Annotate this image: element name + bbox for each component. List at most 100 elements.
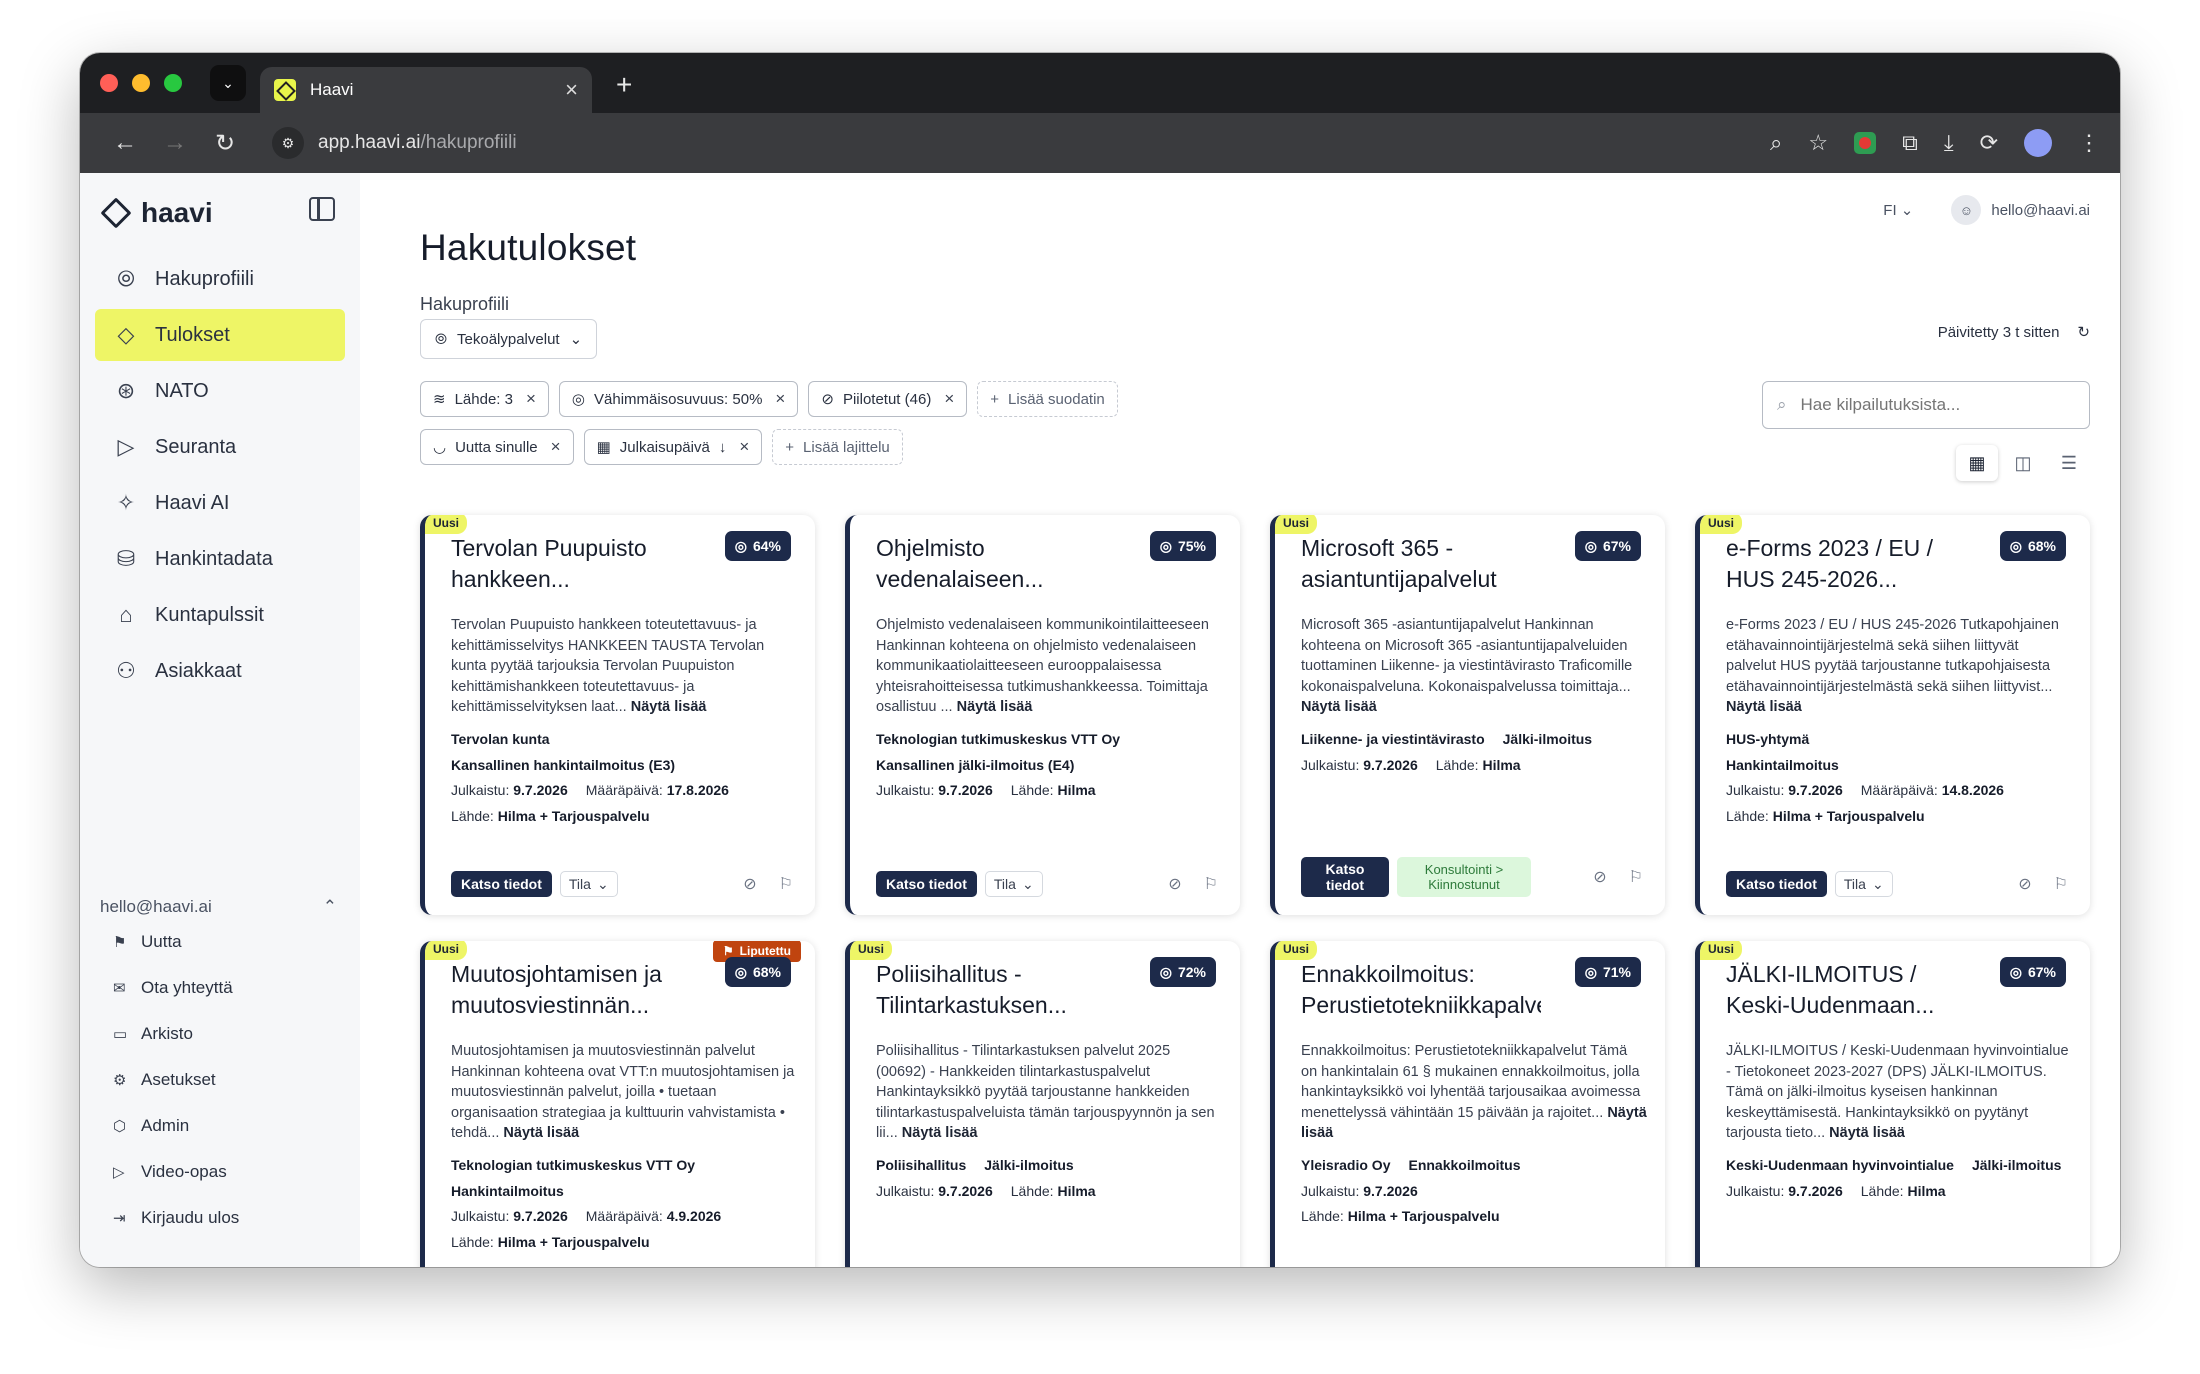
show-more-link[interactable]: Näytä lisää <box>957 699 1033 715</box>
list-view-icon[interactable]: ☰ <box>2048 445 2090 481</box>
flag-icon[interactable]: ⚐ <box>2054 874 2068 894</box>
refresh-icon[interactable]: ↻ <box>2077 323 2090 341</box>
result-card[interactable]: Uusi Microsoft 365 - asiantuntijapalvelut… <box>1270 515 1665 915</box>
account-item-kirjaudu-ulos[interactable]: ⇥ Kirjaudu ulos <box>95 1195 345 1241</box>
result-card[interactable]: Uusi Poliisihallitus - Tilintarkastuksen.… <box>845 941 1240 1267</box>
chevron-up-icon[interactable]: ⌃ <box>323 897 337 917</box>
show-more-link[interactable]: Näytä lisää <box>1301 699 1377 715</box>
card-title[interactable]: Ennakkoilmoitus: Perustietotekniikkapalv… <box>1301 959 1541 1021</box>
sidebar-toggle-icon[interactable] <box>309 197 335 221</box>
browser-menu-icon[interactable]: ⋮ <box>2078 130 2100 156</box>
flag-icon[interactable]: ⚐ <box>779 874 793 894</box>
sidebar-item-tulokset[interactable]: ◇ Tulokset <box>95 309 345 361</box>
performance-icon[interactable]: ⟳ <box>1980 130 1998 156</box>
back-icon[interactable]: ← <box>100 129 150 157</box>
add-filter-button[interactable]: + Lisää suodatin <box>977 381 1118 417</box>
url-field[interactable]: ⚙ app.haavi.ai/hakuprofiili <box>260 121 1660 165</box>
forward-icon[interactable]: → <box>150 129 200 157</box>
bookmark-star-icon[interactable]: ☆ <box>1808 130 1828 156</box>
sidebar-item-seuranta[interactable]: ▷ Seuranta <box>95 421 345 473</box>
profile-avatar[interactable] <box>2024 129 2052 157</box>
status-dropdown[interactable]: Tila ⌄ <box>984 871 1043 897</box>
status-dropdown[interactable]: Tila ⌄ <box>559 871 618 897</box>
card-title[interactable]: JÄLKI-ILMOITUS / Keski-Uudenmaan... <box>1726 959 1966 1021</box>
grid-view-icon[interactable]: ▦ <box>1956 445 1998 481</box>
account-item-arkisto[interactable]: ▭ Arkisto <box>95 1011 345 1057</box>
search-input[interactable] <box>1800 395 2061 415</box>
sidebar-item-kuntapulssit[interactable]: ⌂ Kuntapulssit <box>95 589 345 641</box>
remove-filter-icon[interactable]: × <box>526 389 536 409</box>
profile-select[interactable]: ⦾ Tekoälypalvelut ⌄ <box>420 319 598 359</box>
sort-chip-new[interactable]: ◡ Uutta sinulle × <box>420 429 574 465</box>
flag-icon[interactable]: ⚐ <box>1204 874 1218 894</box>
filter-chip-source[interactable]: ≋ Lähde: 3 × <box>420 381 549 417</box>
result-card[interactable]: Ohjelmisto vedenalaiseen... ◎ 75% Ohjelmist… <box>845 515 1240 915</box>
sidebar-item-hakuprofiili[interactable]: ⦾ Hakuprofiili <box>95 253 345 305</box>
extensions-puzzle-icon[interactable]: ⧉ <box>1902 130 1918 156</box>
user-icon[interactable]: ☺ <box>1951 195 1982 225</box>
view-details-button[interactable]: Katso tiedot <box>451 871 552 897</box>
result-card[interactable]: Uusi ⚑ Liputettu Muutosjohtamisen ja muutos… <box>420 941 815 1267</box>
zoom-icon[interactable]: ⌕ <box>1770 130 1782 156</box>
hide-eye-off-icon[interactable]: ⊘ <box>1593 867 1606 887</box>
view-details-button[interactable]: Katso tiedot <box>1301 857 1389 897</box>
show-more-link[interactable]: Näytä lisää <box>1726 699 1802 715</box>
sort-chip-published[interactable]: ▦ Julkaisupäivä ↓ × <box>583 429 763 465</box>
flag-icon[interactable]: ⚐ <box>1629 867 1643 887</box>
remove-sort-icon[interactable]: × <box>551 437 561 457</box>
filter-chip-relevance[interactable]: ◎ Vähimmäisosuvuus: 50% × <box>558 381 799 417</box>
hide-eye-off-icon[interactable]: ⊘ <box>1168 874 1181 894</box>
remove-filter-icon[interactable]: × <box>775 389 785 409</box>
card-title[interactable]: Muutosjohtamisen ja muutosviestinnän... <box>451 959 691 1021</box>
add-sort-button[interactable]: + Lisää lajittelu <box>772 429 903 465</box>
remove-filter-icon[interactable]: × <box>944 389 954 409</box>
status-dropdown[interactable]: Tila ⌄ <box>1834 871 1893 897</box>
show-more-link[interactable]: Näytä lisää <box>503 1125 579 1141</box>
download-icon[interactable]: ⤓ <box>1944 130 1954 156</box>
sidebar-item-hankintadata[interactable]: ⛁ Hankintadata <box>95 533 345 585</box>
result-card[interactable]: Uusi JÄLKI-ILMOITUS / Keski-Uudenmaan... ◎… <box>1695 941 2090 1267</box>
sidebar-item-haavi-ai[interactable]: ✧ Haavi AI <box>95 477 345 529</box>
maximize-window-button[interactable] <box>164 74 182 92</box>
card-title[interactable]: Ohjelmisto vedenalaiseen... <box>876 533 1116 595</box>
account-item-admin[interactable]: ⬡ Admin <box>95 1103 345 1149</box>
account-item-video-opas[interactable]: ▷ Video-opas <box>95 1149 345 1195</box>
account-item-asetukset[interactable]: ⚙ Asetukset <box>95 1057 345 1103</box>
result-card[interactable]: Uusi e-Forms 2023 / EU / HUS 245-2026... ◎… <box>1695 515 2090 915</box>
show-more-link[interactable]: Näytä lisää <box>631 699 707 715</box>
haavi-logo[interactable]: haavi <box>95 185 345 241</box>
card-title[interactable]: e-Forms 2023 / EU / HUS 245-2026... <box>1726 533 1966 595</box>
show-more-link[interactable]: Näytä lisää <box>902 1125 978 1141</box>
card-title[interactable]: Tervolan Puupuisto hankkeen... <box>451 533 691 595</box>
columns-view-icon[interactable]: ◫ <box>2002 445 2044 481</box>
new-tab-icon[interactable]: + <box>616 69 632 101</box>
hide-eye-off-icon[interactable]: ⊘ <box>743 874 756 894</box>
search-box[interactable]: ⌕ <box>1762 381 2090 429</box>
minimize-window-button[interactable] <box>132 74 150 92</box>
tab-search-icon[interactable]: ⌄ <box>210 65 246 101</box>
arrow-down-icon[interactable]: ↓ <box>719 439 727 456</box>
status-badge[interactable]: Konsultointi > Kiinnostunut <box>1397 857 1531 897</box>
show-more-link[interactable]: Näytä lisää <box>1829 1125 1905 1141</box>
close-window-button[interactable] <box>100 74 118 92</box>
card-title[interactable]: Poliisihallitus - Tilintarkastuksen... <box>876 959 1116 1021</box>
account-item-uutta[interactable]: ⚑ Uutta <box>95 919 345 965</box>
language-selector[interactable]: FI ⌄ <box>1883 201 1913 219</box>
account-header[interactable]: hello@haavi.ai ⌃ <box>95 895 345 919</box>
close-tab-icon[interactable]: × <box>565 77 578 103</box>
account-item-ota-yhteyttä[interactable]: ✉ Ota yhteyttä <box>95 965 345 1011</box>
site-settings-icon[interactable]: ⚙ <box>272 127 304 159</box>
reload-icon[interactable]: ↻ <box>200 129 250 158</box>
view-details-button[interactable]: Katso tiedot <box>1726 871 1827 897</box>
result-card[interactable]: Uusi Ennakkoilmoitus: Perustietotekniikka… <box>1270 941 1665 1267</box>
sidebar-item-asiakkaat[interactable]: ⚇ Asiakkaat <box>95 645 345 697</box>
hide-eye-off-icon[interactable]: ⊘ <box>2018 874 2031 894</box>
extension-record-icon[interactable] <box>1854 132 1877 154</box>
view-details-button[interactable]: Katso tiedot <box>876 871 977 897</box>
filter-chip-hidden[interactable]: ⊘ Piilotetut (46) × <box>808 381 968 417</box>
user-email[interactable]: hello@haavi.ai <box>1991 202 2090 219</box>
remove-sort-icon[interactable]: × <box>739 437 749 457</box>
browser-tab[interactable]: Haavi × <box>260 67 592 113</box>
card-title[interactable]: Microsoft 365 - asiantuntijapalvelut <box>1301 533 1541 595</box>
result-card[interactable]: Uusi Tervolan Puupuisto hankkeen... ◎ 64% Te… <box>420 515 815 915</box>
